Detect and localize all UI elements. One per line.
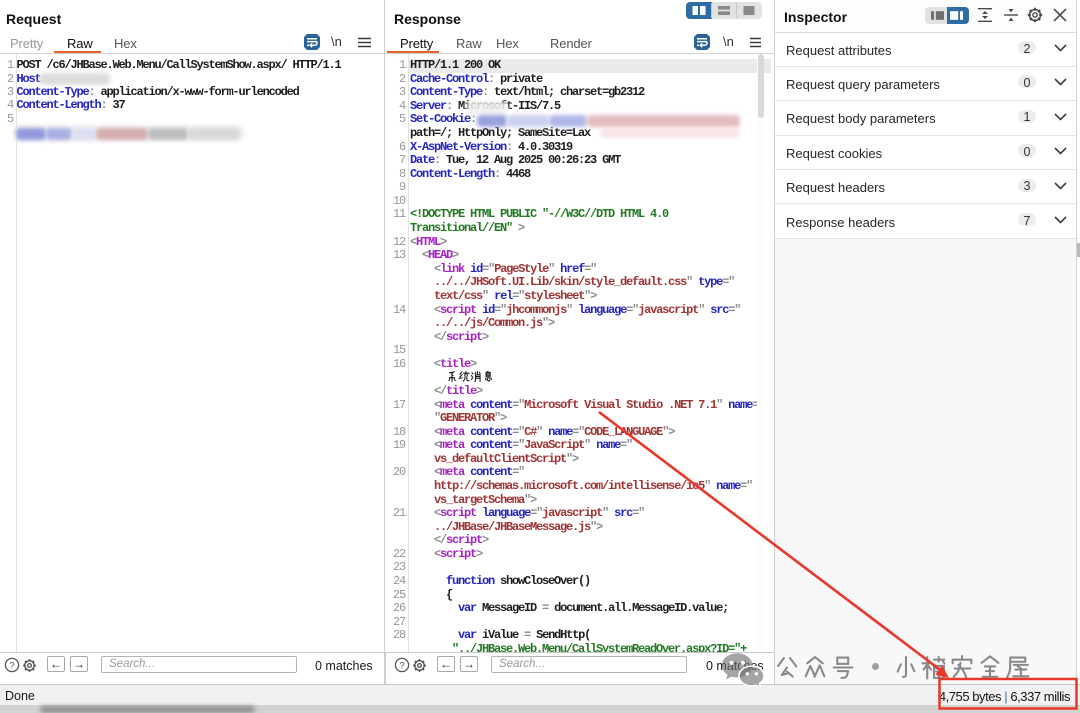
svg-text:?: ?: [9, 660, 14, 671]
svg-text:?: ?: [399, 660, 404, 671]
